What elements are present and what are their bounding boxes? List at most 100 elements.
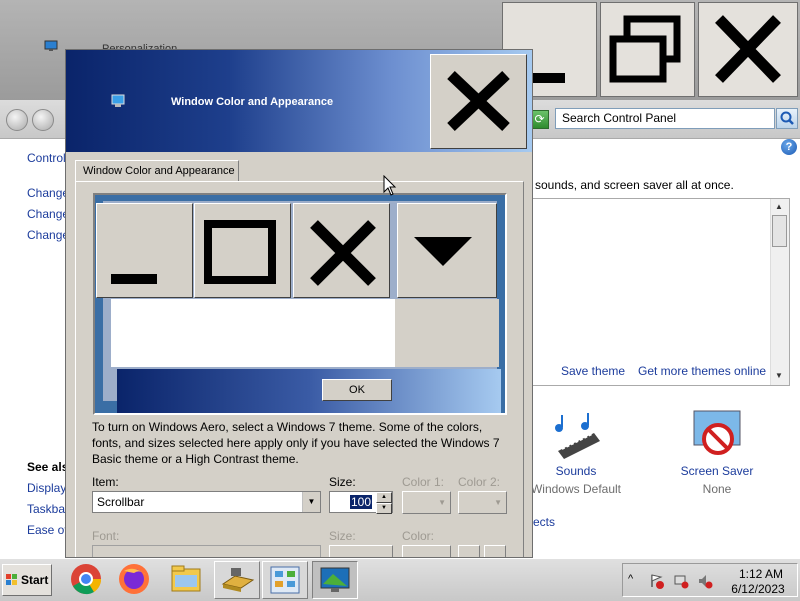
explorer-taskbar-button[interactable] [164, 561, 210, 599]
font-color-label: Color: [402, 529, 435, 543]
chevron-down-icon[interactable]: ▼ [302, 492, 320, 512]
clock-time[interactable]: 1:12 AM [731, 567, 791, 581]
size-spinner[interactable]: 100 ▲ ▼ [329, 491, 393, 514]
preview-close-button[interactable] [293, 203, 390, 298]
help-icon[interactable]: ? [781, 139, 797, 155]
spin-up-icon[interactable]: ▲ [376, 492, 392, 503]
spin-down-icon[interactable]: ▼ [376, 503, 392, 514]
appearance-preview[interactable]: OK [93, 193, 507, 415]
preview-scroll-button[interactable] [397, 203, 497, 298]
change-link-1[interactable]: Change [27, 186, 69, 200]
start-button[interactable]: Start [2, 564, 52, 596]
taskbar-link[interactable]: Taskbar [27, 502, 69, 516]
control-panel-taskbar-button[interactable] [262, 561, 308, 599]
tab-window-color[interactable]: Window Color and Appearance [75, 160, 239, 182]
close-icon [715, 15, 781, 83]
dialog-title: Window Color and Appearance [171, 96, 334, 108]
control-panel-home-link[interactable]: Control [27, 151, 66, 165]
forward-button[interactable] [32, 109, 54, 131]
aero-info-text: To turn on Windows Aero, select a Window… [92, 420, 500, 466]
screen-saver-icon[interactable] [690, 409, 746, 461]
color1-button[interactable]: ▼ [402, 491, 451, 514]
item-select-value: Scrollbar [97, 495, 145, 509]
restore-icon [609, 15, 681, 83]
effects-link[interactable]: ects [533, 515, 555, 529]
italic-button[interactable] [484, 545, 506, 557]
left-pane: Control Change Change Change See als Dis… [0, 139, 70, 558]
close-icon [310, 220, 376, 286]
back-button[interactable] [6, 109, 28, 131]
close-icon [447, 71, 510, 131]
sounds-icon[interactable] [548, 411, 604, 463]
control-panel-icon [270, 566, 300, 594]
chevron-down-icon: ▼ [494, 498, 502, 507]
dialog-titlebar[interactable]: Window Color and Appearance [66, 50, 532, 152]
scroll-up-icon[interactable]: ▲ [775, 202, 783, 211]
see-also-heading: See als [27, 460, 69, 474]
font-select[interactable] [92, 545, 321, 557]
window-color-dialog: Window Color and Appearance Window Color… [65, 49, 533, 558]
preview-message-box[interactable]: OK [117, 369, 501, 413]
drive-icon [221, 568, 255, 592]
save-theme-link[interactable]: Save theme [561, 364, 625, 378]
search-input[interactable]: Search Control Panel [555, 108, 775, 129]
file-explorer-icon [171, 565, 201, 592]
action-center-icon[interactable] [649, 573, 665, 589]
monitor-icon [44, 40, 58, 51]
triangle-down-icon [414, 237, 472, 266]
network-icon[interactable] [673, 573, 689, 589]
sounds-tile-value: Windows Default [530, 482, 622, 496]
chevron-down-icon: ▼ [438, 498, 446, 507]
item-label: Item: [92, 475, 119, 489]
minimize-icon [111, 274, 157, 284]
bold-button[interactable] [458, 545, 480, 557]
themes-list: ▲ ▼ Save theme Get more themes online [530, 198, 790, 386]
preview-ok-button[interactable]: OK [322, 379, 392, 401]
windows-logo-icon [6, 574, 17, 585]
scroll-down-icon[interactable]: ▼ [775, 371, 783, 380]
display-link[interactable]: Display [27, 481, 66, 495]
restore-button[interactable] [600, 2, 695, 97]
close-button[interactable] [698, 2, 798, 97]
sounds-tile-label[interactable]: Sounds [516, 464, 636, 478]
screen-saver-tile-label[interactable]: Screen Saver [657, 464, 777, 478]
maximize-icon [204, 220, 276, 284]
chrome-taskbar-button[interactable] [64, 561, 110, 599]
size-value[interactable]: 100 [349, 495, 372, 509]
preview-window-text-area[interactable] [111, 299, 395, 367]
personalization-icon [320, 567, 350, 592]
color2-button[interactable]: ▼ [458, 491, 507, 514]
themes-scrollbar[interactable]: ▲ ▼ [770, 199, 789, 385]
taskbar: Start ^ 1:12 AM 6/12/2023 [0, 558, 800, 601]
drive-taskbar-button[interactable] [214, 561, 260, 599]
start-label: Start [21, 573, 49, 587]
search-icon[interactable] [776, 108, 798, 129]
chrome-icon [71, 564, 102, 595]
font-label: Font: [92, 529, 120, 543]
font-size-select[interactable] [329, 545, 393, 557]
get-more-themes-link[interactable]: Get more themes online [638, 364, 766, 378]
ease-of-access-link[interactable]: Ease of [27, 523, 68, 537]
font-color-button[interactable] [402, 545, 451, 557]
cursor-icon [383, 175, 397, 196]
size-label: Size: [329, 475, 356, 489]
change-link-2[interactable]: Change [27, 207, 69, 221]
firefox-icon [119, 564, 149, 594]
firefox-taskbar-button[interactable] [112, 561, 158, 599]
personalization-description: sounds, and screen saver all at once. [535, 178, 734, 192]
item-select[interactable]: Scrollbar ▼ [92, 491, 321, 513]
scroll-thumb[interactable] [772, 215, 787, 247]
volume-icon[interactable] [697, 573, 713, 589]
font-size-label: Size: [329, 529, 356, 543]
dialog-close-button[interactable] [430, 54, 527, 149]
color2-label: Color 2: [458, 475, 501, 489]
personalization-taskbar-button[interactable] [312, 561, 358, 599]
preview-minimize-button[interactable] [96, 203, 193, 298]
screen-saver-tile-value: None [702, 482, 732, 496]
change-link-3[interactable]: Change [27, 228, 69, 242]
display-icon [111, 94, 125, 107]
clock-date[interactable]: 6/12/2023 [721, 582, 795, 596]
preview-scrollbar-area[interactable] [395, 299, 499, 367]
preview-maximize-button[interactable] [194, 203, 291, 298]
show-hidden-icons-icon[interactable]: ^ [628, 573, 644, 589]
